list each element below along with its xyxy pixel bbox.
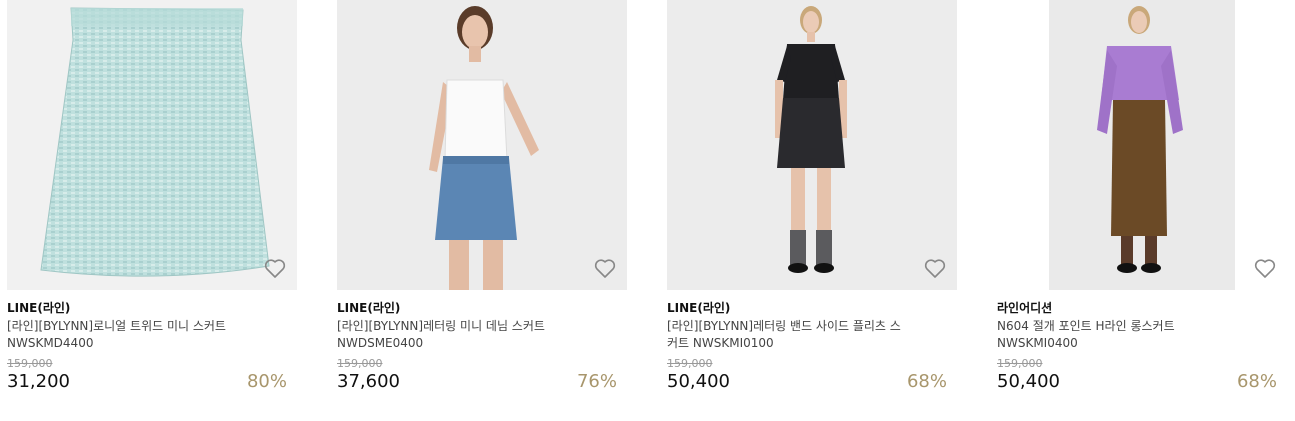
product-name[interactable]: [라인][BYLYNN]로니얼 트위드 미니 스커트 NWSKMD4400	[7, 318, 247, 352]
heart-outline-icon[interactable]	[593, 256, 617, 280]
sale-price: 37,600	[337, 371, 400, 392]
original-price: 159,000	[337, 357, 383, 370]
product-image[interactable]	[337, 0, 627, 290]
discount-rate: 68%	[1236, 371, 1277, 392]
model-photo	[667, 0, 957, 290]
product-card[interactable]: LINE(라인) [라인][BYLYNN]로니얼 트위드 미니 스커트 NWSK…	[7, 0, 297, 421]
product-name[interactable]: [라인][BYLYNN]레터링 밴드 사이드 플리츠 스커트 NWSKMI010…	[667, 318, 907, 352]
original-price: 159,000	[667, 357, 713, 370]
discount-rate: 76%	[576, 371, 617, 392]
sale-price: 31,200	[7, 371, 70, 392]
sale-price: 50,400	[667, 371, 730, 392]
product-card[interactable]: LINE(라인) [라인][BYLYNN]레터링 미니 데님 스커트 NWDSM…	[337, 0, 627, 421]
product-name[interactable]: [라인][BYLYNN]레터링 미니 데님 스커트 NWDSME0400	[337, 318, 577, 352]
discount-rate: 80%	[246, 371, 287, 392]
product-image[interactable]	[7, 0, 297, 290]
product-image[interactable]	[667, 0, 957, 290]
brand-name[interactable]: 라인어디션	[997, 299, 1052, 316]
heart-outline-icon[interactable]	[263, 256, 287, 280]
product-name[interactable]: N604 절개 포인트 H라인 롱스커트 NWSKMI0400	[997, 318, 1237, 352]
discount-rate: 68%	[906, 371, 947, 392]
brand-name[interactable]: LINE(라인)	[7, 299, 70, 316]
sale-price: 50,400	[997, 371, 1060, 392]
product-card[interactable]: 라인어디션 N604 절개 포인트 H라인 롱스커트 NWSKMI0400 15…	[997, 0, 1287, 421]
model-photo	[337, 0, 627, 290]
heart-outline-icon[interactable]	[1253, 256, 1277, 280]
heart-outline-icon[interactable]	[923, 256, 947, 280]
product-grid: LINE(라인) [라인][BYLYNN]로니얼 트위드 미니 스커트 NWSK…	[0, 0, 1295, 421]
product-card[interactable]: LINE(라인) [라인][BYLYNN]레터링 밴드 사이드 플리츠 스커트 …	[667, 0, 957, 421]
brand-name[interactable]: LINE(라인)	[337, 299, 400, 316]
model-photo	[997, 0, 1287, 290]
original-price: 159,000	[7, 357, 53, 370]
product-image[interactable]	[997, 0, 1287, 290]
brand-name[interactable]: LINE(라인)	[667, 299, 730, 316]
original-price: 159,000	[997, 357, 1043, 370]
skirt-photo	[7, 0, 297, 290]
